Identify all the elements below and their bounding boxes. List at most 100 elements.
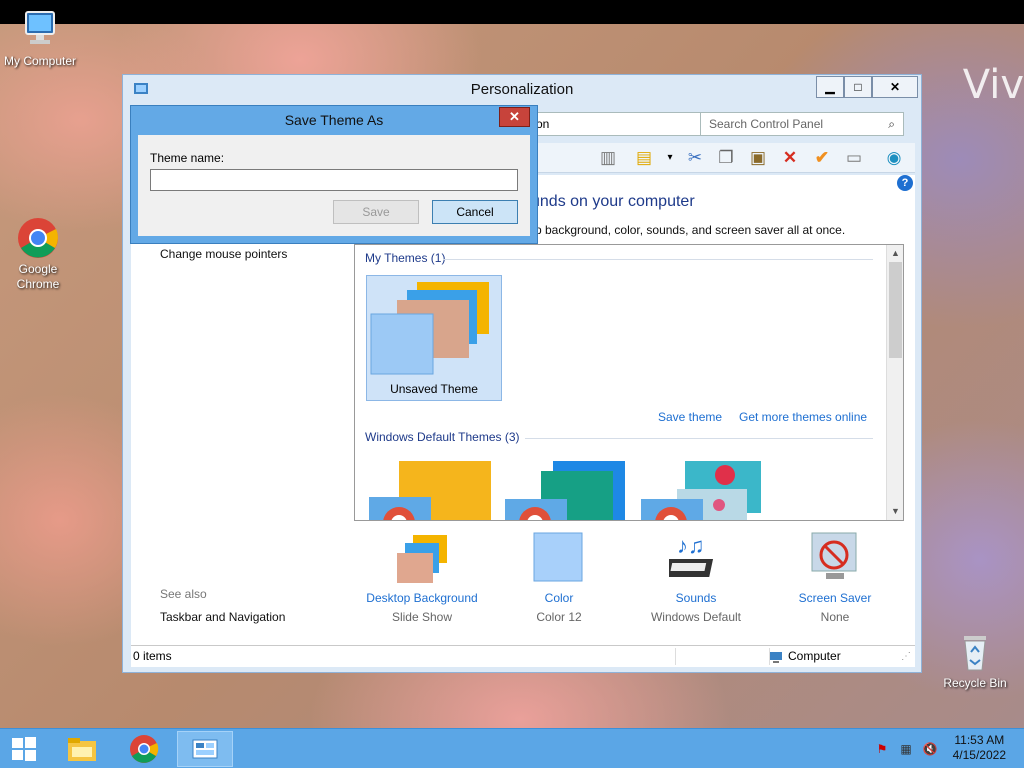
action-center-icon[interactable]: ⚑ bbox=[874, 741, 890, 757]
color-item[interactable]: Color Color 12 bbox=[494, 531, 624, 624]
scroll-down-icon[interactable]: ▼ bbox=[887, 503, 903, 520]
chrome-icon bbox=[16, 216, 60, 260]
copy-icon[interactable]: ❐ bbox=[715, 147, 737, 169]
theme-preview-image bbox=[641, 461, 761, 520]
change-mouse-pointers-link[interactable]: Change mouse pointers bbox=[160, 247, 287, 261]
theme-tile-flowers[interactable] bbox=[641, 459, 763, 520]
search-placeholder: Search Control Panel bbox=[709, 117, 824, 131]
my-themes-title: My Themes (1) bbox=[365, 251, 446, 265]
rename-icon[interactable]: ▭ bbox=[843, 147, 865, 169]
desktop-background-label: Desktop Background bbox=[366, 591, 478, 605]
theme-tile-lines-and-colors[interactable] bbox=[505, 459, 627, 520]
computer-icon bbox=[769, 650, 783, 663]
address-text: on bbox=[536, 117, 550, 131]
search-input[interactable]: Search Control Panel ⌕ bbox=[700, 112, 904, 136]
windows-logo-icon bbox=[12, 737, 36, 761]
scrollbar[interactable]: ▲ ▼ bbox=[886, 245, 903, 520]
page-heading: unds on your computer bbox=[531, 193, 695, 210]
dialog-close-button[interactable]: ✕ bbox=[499, 107, 530, 127]
delete-icon[interactable]: ✕ bbox=[779, 147, 801, 169]
theme-tile-windows[interactable] bbox=[369, 461, 491, 520]
layout-icon[interactable]: ▥ bbox=[597, 147, 619, 169]
unsaved-theme-tile[interactable]: Unsaved Theme bbox=[366, 275, 502, 401]
color-icon bbox=[532, 531, 586, 585]
desktop-background-value: Slide Show bbox=[391, 610, 453, 624]
dialog-title: Save Theme As bbox=[284, 112, 384, 128]
content-pane: ? unds on your computer p background, co… bbox=[131, 175, 915, 645]
clock[interactable]: 11:53 AM 4/15/2022 bbox=[953, 733, 1006, 763]
desktop-icon-my-computer[interactable]: My Computer bbox=[0, 8, 80, 68]
status-location: Computer bbox=[788, 649, 841, 663]
screen-saver-label: Screen Saver bbox=[798, 591, 872, 605]
desktop-icon-label: Recycle Bin bbox=[943, 676, 1007, 690]
clock-date: 4/15/2022 bbox=[952, 748, 1006, 762]
unsaved-theme-label: Unsaved Theme bbox=[390, 382, 478, 396]
theme-preview-image bbox=[369, 461, 491, 520]
status-item-count: 0 items bbox=[133, 649, 172, 663]
desktop-background-icon bbox=[395, 531, 449, 585]
taskbar-file-explorer[interactable] bbox=[54, 731, 110, 767]
section-divider bbox=[443, 259, 873, 260]
svg-text:♪♫: ♪♫ bbox=[677, 533, 705, 558]
desktop-icon-label: Google Chrome bbox=[16, 262, 60, 291]
color-value: Color 12 bbox=[536, 610, 582, 624]
network-icon[interactable]: ▦ bbox=[898, 741, 914, 757]
taskbar-chrome[interactable] bbox=[116, 731, 172, 767]
scroll-up-icon[interactable]: ▲ bbox=[887, 245, 903, 262]
screen-saver-value: None bbox=[820, 610, 850, 624]
section-divider bbox=[525, 438, 873, 439]
get-more-themes-link[interactable]: Get more themes online bbox=[739, 410, 867, 424]
theme-preview-image bbox=[505, 461, 625, 520]
computer-icon bbox=[18, 8, 62, 52]
folder-icon bbox=[68, 738, 96, 761]
sounds-item[interactable]: ♪♫ Sounds Windows Default bbox=[631, 531, 761, 624]
desktop-icon-google-chrome[interactable]: Google Chrome bbox=[0, 216, 78, 292]
taskbar-navigation-link[interactable]: Taskbar and Navigation bbox=[160, 610, 285, 624]
chrome-icon bbox=[130, 735, 159, 763]
desktop-icon-recycle-bin[interactable]: Recycle Bin bbox=[935, 630, 1015, 690]
chevron-down-icon[interactable]: ▾ bbox=[659, 147, 681, 169]
minimize-button[interactable]: ▁ bbox=[816, 76, 844, 98]
themes-list: My Themes (1) Unsaved Theme Save theme G… bbox=[354, 244, 904, 521]
desktop-watermark: Viv bbox=[962, 62, 1024, 108]
color-label: Color bbox=[544, 591, 574, 605]
theme-name-label: Theme name: bbox=[150, 151, 225, 165]
sounds-value: Windows Default bbox=[650, 610, 742, 624]
properties-icon[interactable]: ▤ bbox=[633, 147, 655, 169]
scroll-thumb[interactable] bbox=[889, 262, 902, 358]
shell-icon[interactable]: ◉ bbox=[883, 147, 905, 169]
theme-preview-image bbox=[370, 282, 489, 375]
search-icon[interactable]: ⌕ bbox=[888, 113, 895, 135]
cut-icon[interactable]: ✂ bbox=[684, 147, 706, 169]
maximize-button[interactable]: □ bbox=[844, 76, 872, 98]
screen-saver-icon bbox=[808, 531, 862, 585]
recycle-bin-icon bbox=[953, 630, 997, 674]
control-panel-icon bbox=[192, 739, 218, 759]
help-icon[interactable]: ? bbox=[897, 175, 913, 191]
desktop-icon-label: My Computer bbox=[3, 54, 77, 68]
screen-saver-item[interactable]: Screen Saver None bbox=[770, 531, 900, 624]
save-theme-dialog: Save Theme As ✕ Theme name: Save Cancel bbox=[130, 105, 538, 244]
resize-grip-icon[interactable]: ⋰ bbox=[901, 646, 911, 667]
status-bar: 0 items Computer ⋰ bbox=[131, 645, 915, 667]
start-button[interactable] bbox=[0, 731, 48, 767]
theme-name-input[interactable] bbox=[150, 169, 518, 191]
dialog-body: Theme name: Save Cancel bbox=[138, 135, 530, 236]
top-black-bar bbox=[0, 0, 1024, 24]
save-theme-link[interactable]: Save theme bbox=[658, 410, 722, 424]
desktop-background-item[interactable]: Desktop Background Slide Show bbox=[357, 531, 487, 624]
taskbar: ⚑ ▦ 🔇 11:53 AM 4/15/2022 bbox=[0, 728, 1024, 768]
sounds-label: Sounds bbox=[675, 591, 717, 605]
clock-time: 11:53 AM bbox=[954, 733, 1005, 747]
checkmark-icon[interactable]: ✔ bbox=[811, 147, 833, 169]
volume-muted-icon[interactable]: 🔇 bbox=[922, 741, 938, 757]
taskbar-control-panel[interactable] bbox=[177, 731, 233, 767]
paste-icon[interactable]: ▣ bbox=[747, 147, 769, 169]
sounds-icon: ♪♫ bbox=[663, 531, 723, 585]
save-button[interactable]: Save bbox=[333, 200, 419, 224]
page-subtext: p background, color, sounds, and screen … bbox=[535, 223, 846, 237]
status-divider bbox=[675, 648, 676, 665]
see-also-title: See also bbox=[160, 587, 207, 601]
cancel-button[interactable]: Cancel bbox=[432, 200, 518, 224]
close-button[interactable]: ✕ bbox=[872, 76, 918, 98]
